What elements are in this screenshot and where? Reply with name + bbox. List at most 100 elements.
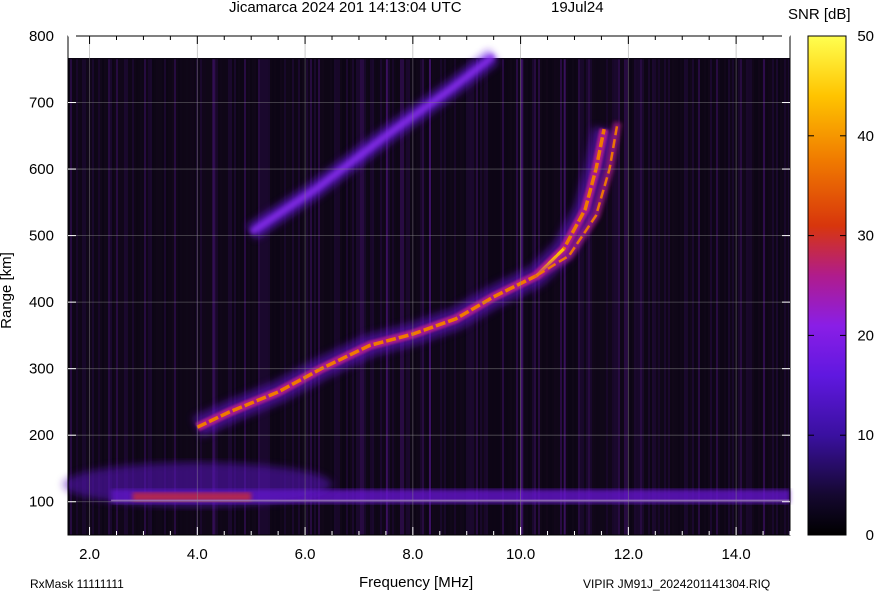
noise-streak xyxy=(782,59,784,535)
noise-streak xyxy=(686,59,688,535)
noise-streak xyxy=(416,59,418,535)
noise-streak xyxy=(102,59,104,535)
noise-streak xyxy=(342,59,344,535)
noise-streak xyxy=(288,59,290,535)
noise-streak xyxy=(772,59,774,535)
noise-streak xyxy=(80,59,82,535)
noise-streak xyxy=(763,59,766,535)
noise-streak xyxy=(742,59,744,535)
noise-streak xyxy=(420,59,422,535)
noise-streak xyxy=(580,59,582,535)
noise-streak xyxy=(774,59,776,535)
chart-date: 19Jul24 xyxy=(551,0,604,16)
noise-streak xyxy=(340,59,342,535)
noise-streak xyxy=(308,59,310,535)
noise-streak xyxy=(98,59,100,535)
noise-streak xyxy=(250,59,252,535)
noise-streak xyxy=(722,59,724,535)
x-axis-label: Frequency [MHz] xyxy=(359,574,474,591)
noise-streak xyxy=(692,59,694,535)
noise-streak xyxy=(128,59,130,535)
noise-streak xyxy=(552,59,554,535)
noise-streak xyxy=(140,59,142,535)
noise-streak xyxy=(376,59,378,535)
noise-streak xyxy=(784,59,786,535)
noise-streak xyxy=(254,59,256,535)
noise-streak xyxy=(578,59,580,535)
noise-streak xyxy=(348,59,350,535)
noise-streak xyxy=(356,59,358,535)
noise-streak xyxy=(106,59,108,535)
noise-streak xyxy=(130,59,132,535)
noise-streak xyxy=(656,59,658,535)
noise-streak xyxy=(256,59,258,535)
noise-streak xyxy=(96,59,98,535)
noise-streak xyxy=(702,59,704,535)
noise-streak xyxy=(716,59,718,535)
noise-streak xyxy=(540,59,542,535)
noise-streak xyxy=(84,59,86,535)
noise-streak xyxy=(670,59,672,535)
noise-streak xyxy=(780,59,782,535)
noise-streak xyxy=(460,59,462,535)
noise-streak xyxy=(560,59,562,535)
noise-streak xyxy=(314,59,316,535)
noise-streak xyxy=(358,59,360,535)
noise-streak xyxy=(682,59,684,535)
noise-streak xyxy=(664,59,666,535)
noise-streak xyxy=(706,59,708,535)
colorbar xyxy=(807,35,847,536)
noise-streak xyxy=(368,59,370,535)
noise-streak xyxy=(650,59,652,535)
y-tick-label: 100 xyxy=(29,494,54,511)
noise-streak xyxy=(244,59,246,535)
noise-streak xyxy=(282,59,284,535)
colorbar-tick-label: 30 xyxy=(857,228,874,245)
noise-streak xyxy=(532,59,534,535)
noise-streak xyxy=(338,59,340,535)
noise-streak xyxy=(258,59,260,535)
noise-streak xyxy=(690,59,692,535)
noise-streak xyxy=(748,59,750,535)
noise-streak xyxy=(634,59,636,535)
noise-streak xyxy=(362,59,364,535)
x-tick-label: 12.0 xyxy=(614,546,643,563)
chart-title: Jicamarca 2024 201 14:13:04 UTC xyxy=(229,0,462,16)
noise-streak xyxy=(262,59,264,535)
noise-streak xyxy=(638,59,640,535)
y-tick-label: 300 xyxy=(29,361,54,378)
noise-streak xyxy=(648,59,650,535)
noise-streak xyxy=(268,59,270,535)
noise-streak xyxy=(588,59,590,535)
noise-streak xyxy=(278,59,280,535)
noise-streak xyxy=(424,59,426,535)
noise-streak xyxy=(322,59,324,535)
noise-streak xyxy=(630,59,632,535)
noise-streak xyxy=(332,59,334,535)
noise-streak xyxy=(354,59,356,535)
noise-streak xyxy=(146,59,148,535)
noise-streak xyxy=(138,59,140,535)
colorbar-label: SNR [dB] xyxy=(788,6,851,23)
noise-streak xyxy=(672,59,674,535)
noise-streak xyxy=(360,59,362,535)
noise-streak xyxy=(310,59,312,535)
noise-streak xyxy=(714,59,716,535)
noise-streak xyxy=(566,59,568,535)
noise-streak xyxy=(336,59,338,535)
noise-streak xyxy=(694,59,696,535)
x-tick-label: 2.0 xyxy=(79,546,100,563)
noise-streak xyxy=(86,59,88,535)
noise-streak xyxy=(134,59,136,535)
noise-streak xyxy=(544,59,546,535)
noise-streak xyxy=(698,59,700,535)
noise-streak xyxy=(306,59,308,535)
noise-streak xyxy=(72,59,74,535)
noise-streak xyxy=(100,59,102,535)
noise-streak xyxy=(654,59,656,535)
noise-streak xyxy=(246,59,248,535)
noise-streak xyxy=(758,59,760,535)
noise-streak xyxy=(526,59,528,535)
noise-streak xyxy=(94,59,96,535)
noise-streak xyxy=(536,59,538,535)
